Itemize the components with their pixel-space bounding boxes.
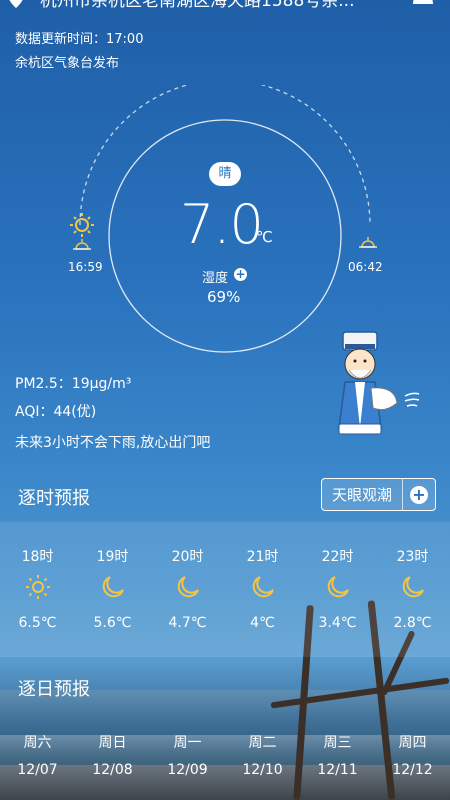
humidity-value: 69% bbox=[207, 288, 241, 306]
day-date: 12/07 bbox=[17, 762, 58, 778]
day-name: 周四 bbox=[398, 735, 427, 751]
update-time: 数据更新时间：17:00 bbox=[15, 32, 144, 47]
hour-time: 21时 bbox=[246, 549, 279, 565]
day-date: 12/12 bbox=[392, 762, 433, 778]
hour-temperature: 4.7℃ bbox=[168, 615, 207, 631]
moon-icon bbox=[177, 576, 199, 598]
sunrise-marker-icon bbox=[73, 239, 91, 250]
sunset-marker-icon bbox=[359, 237, 377, 248]
hour-time: 22时 bbox=[321, 549, 354, 565]
day-name: 周六 bbox=[23, 735, 52, 751]
user-icon[interactable] bbox=[412, 0, 434, 4]
moon-icon bbox=[252, 576, 274, 598]
condition-badge: 晴 bbox=[209, 162, 241, 186]
hour-temperature: 4℃ bbox=[250, 615, 275, 631]
hour-temperature: 5.6℃ bbox=[93, 615, 132, 631]
hour-time: 19时 bbox=[96, 549, 129, 565]
moon-icon bbox=[102, 576, 124, 598]
moon-icon bbox=[402, 576, 424, 598]
humidity-label: 湿度 bbox=[202, 271, 229, 286]
day-date: 12/11 bbox=[317, 762, 358, 778]
day-date: 12/09 bbox=[167, 762, 208, 778]
hour-temperature: 2.8℃ bbox=[393, 615, 432, 631]
tianyan-tide-button[interactable]: 天眼观潮 + bbox=[321, 478, 436, 511]
day-name: 周二 bbox=[248, 735, 277, 751]
tianyan-plus-icon[interactable]: + bbox=[402, 479, 435, 510]
current-temperature: 7.0 bbox=[180, 193, 264, 256]
hourly-forecast-title: 逐时预报 bbox=[18, 488, 90, 509]
hour-time: 23时 bbox=[396, 549, 429, 565]
pm25-value: PM2.5：19μg/m³ bbox=[15, 376, 132, 392]
hour-time: 18时 bbox=[21, 549, 54, 565]
hour-temperature: 3.4℃ bbox=[318, 615, 357, 631]
publisher: 余杭区气象台发布 bbox=[15, 56, 120, 71]
sun-icon bbox=[26, 575, 50, 599]
day-date: 12/08 bbox=[92, 762, 133, 778]
humidity-plus-icon[interactable]: + bbox=[234, 268, 247, 281]
daily-forecast-list[interactable]: 周六 12/07 周日 12/08 周一 12/09 周二 12/10 周三 1… bbox=[0, 710, 450, 800]
location-text: 杭州市余杭区老南湖区海天路1588号余... bbox=[40, 0, 355, 11]
day-name: 周一 bbox=[173, 735, 202, 751]
sunrise-time: 16:59 bbox=[68, 260, 103, 274]
sunset-time: 06:42 bbox=[348, 260, 383, 274]
tianyan-button-label: 天眼观潮 bbox=[331, 486, 392, 504]
daily-forecast-title: 逐日预报 bbox=[18, 679, 90, 700]
hourly-forecast-list[interactable]: 18时 6.5℃ 19时 5.6℃ 20时 4.7℃ 21时 4℃ 22时 3.… bbox=[0, 522, 450, 657]
location-pin-icon bbox=[9, 0, 23, 8]
location-bar[interactable]: 杭州市余杭区老南湖区海天路1588号余... bbox=[0, 0, 450, 14]
rain-tip: 未来3小时不会下雨,放心出门吧 bbox=[15, 435, 211, 451]
mascot-character-icon[interactable] bbox=[325, 328, 425, 438]
sunrise-sun-icon bbox=[70, 213, 94, 237]
day-date: 12/10 bbox=[242, 762, 283, 778]
day-name: 周三 bbox=[323, 735, 352, 751]
day-name: 周日 bbox=[98, 735, 127, 751]
hour-time: 20时 bbox=[171, 549, 204, 565]
temperature-unit: ℃ bbox=[256, 228, 273, 246]
hour-temperature: 6.5℃ bbox=[18, 615, 57, 631]
aqi-value: AQI：44(优) bbox=[15, 404, 97, 420]
moon-icon bbox=[327, 576, 349, 598]
